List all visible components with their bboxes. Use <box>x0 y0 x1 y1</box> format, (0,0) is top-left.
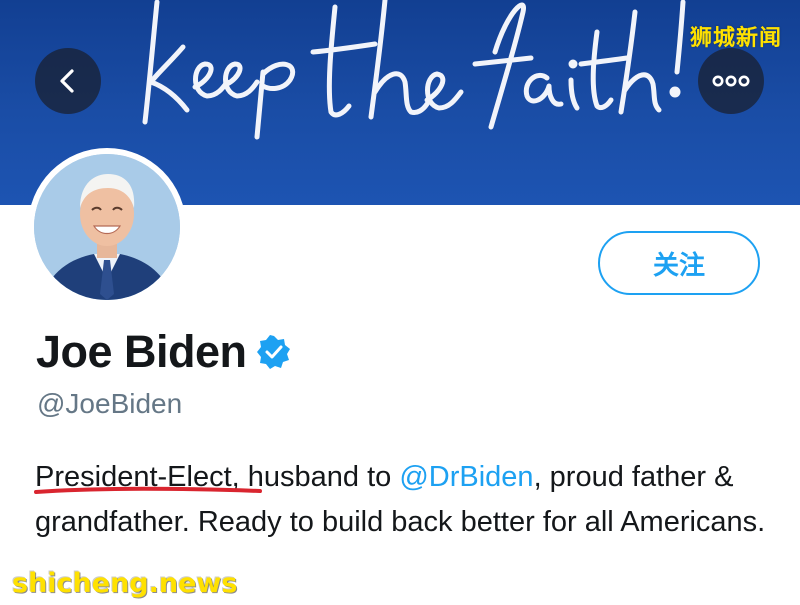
profile-bio: President-Elect, husband to @DrBiden, pr… <box>35 455 775 545</box>
profile-name: Joe Biden <box>36 326 247 377</box>
watermark-top-right: 狮城新闻 <box>689 26 782 51</box>
bio-mention-link[interactable]: @DrBiden <box>399 461 533 493</box>
red-underline-annotation <box>34 486 262 494</box>
avatar-photo <box>34 154 180 300</box>
banner-handwriting-image <box>142 0 686 140</box>
verified-badge-icon <box>256 335 290 369</box>
chevron-left-icon <box>60 69 74 93</box>
more-options-button[interactable] <box>698 48 764 114</box>
profile-name-row: Joe Biden <box>36 326 291 378</box>
more-options-icon <box>712 75 750 87</box>
profile-handle: @JoeBiden <box>37 388 183 419</box>
profile-avatar[interactable] <box>28 148 186 306</box>
watermark-bottom-left: shicheng.news <box>12 568 238 599</box>
back-button[interactable] <box>35 48 101 114</box>
follow-button[interactable]: 关注 <box>598 231 760 295</box>
